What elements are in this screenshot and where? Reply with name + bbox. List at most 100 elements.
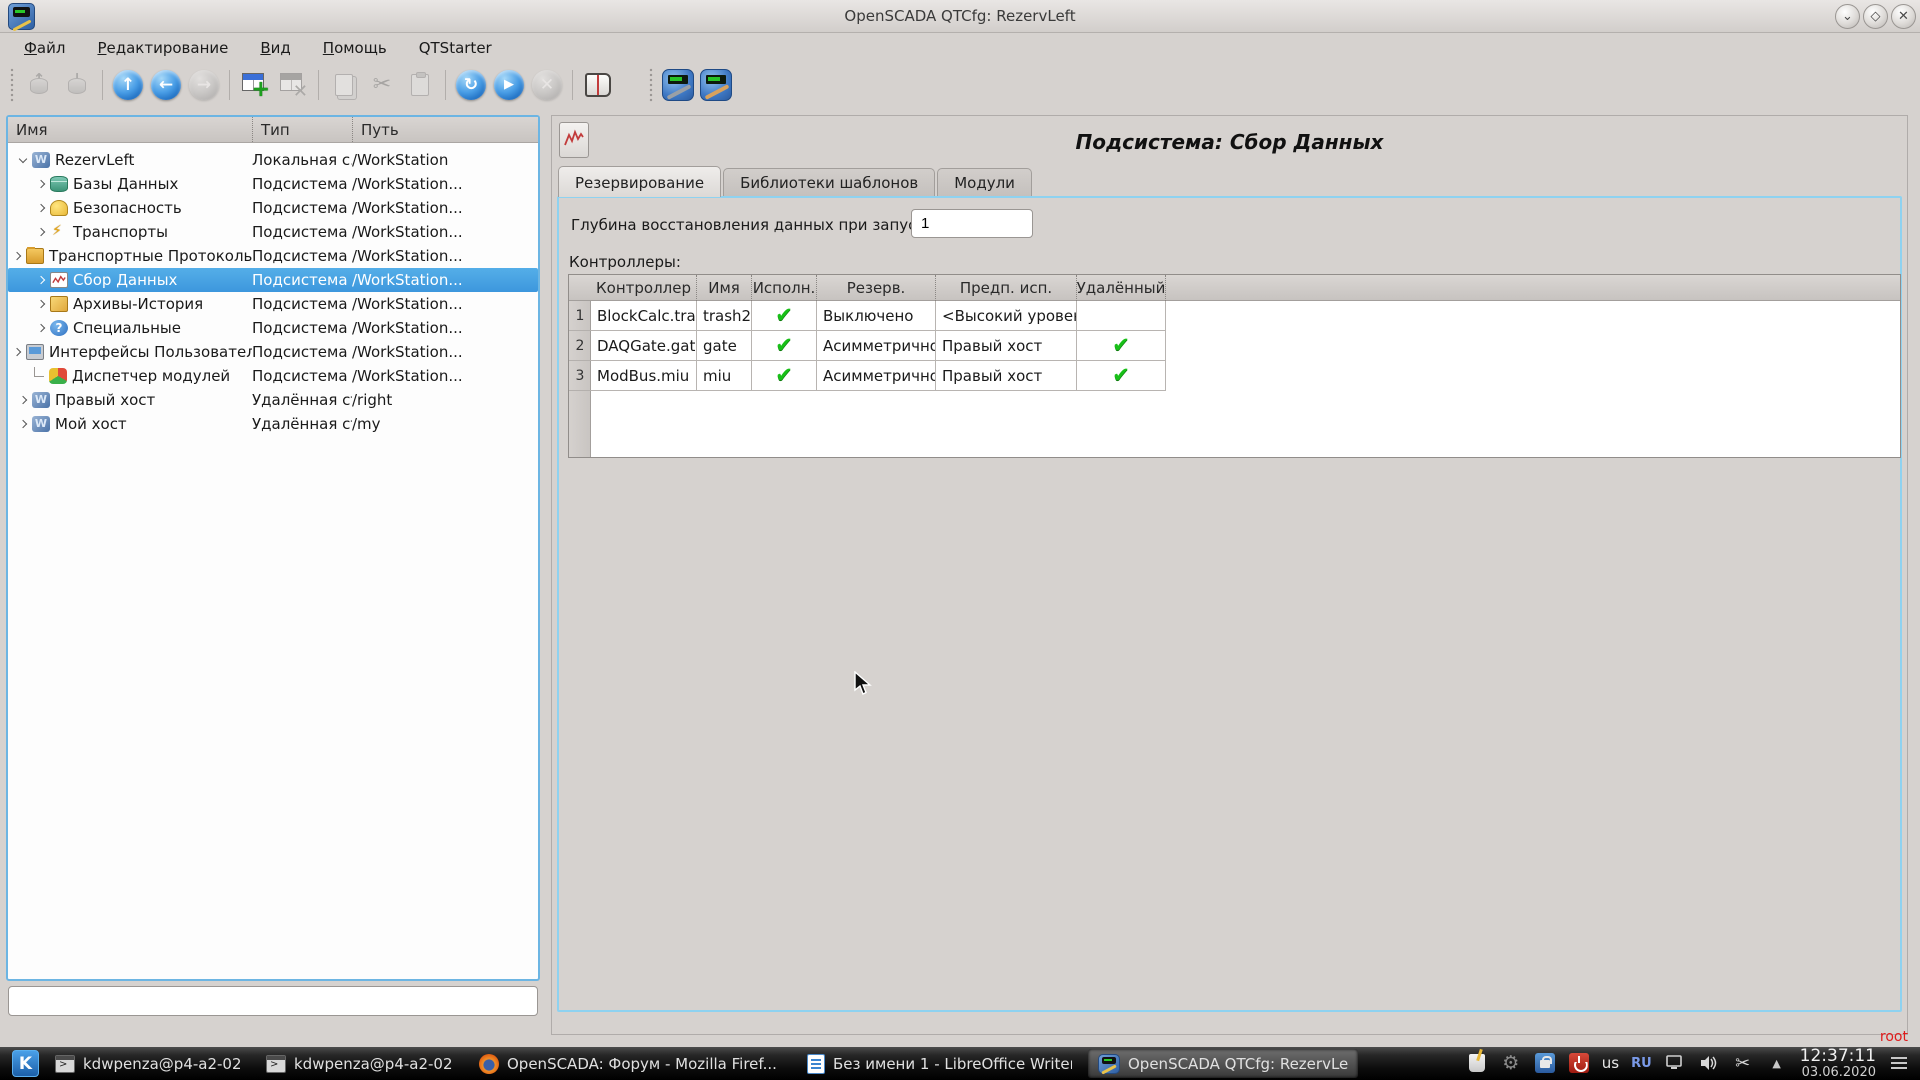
cell-name[interactable]: gate xyxy=(697,331,752,361)
back-button[interactable]: ← xyxy=(147,66,185,104)
tree-column-type[interactable]: Тип xyxy=(252,117,352,142)
col-controller[interactable]: Контроллер xyxy=(591,275,697,301)
tree-row-modules[interactable]: Диспетчер модулей Подсистема /WorkStatio… xyxy=(8,364,538,388)
screen-lock-icon[interactable] xyxy=(1534,1052,1556,1074)
expander-right-icon[interactable] xyxy=(13,252,21,260)
cell-exec[interactable]: ✔ xyxy=(752,361,817,391)
paste-button[interactable] xyxy=(401,66,439,104)
qtcfg-starter-button[interactable] xyxy=(659,66,697,104)
expander-right-icon[interactable] xyxy=(37,204,45,212)
menu-view[interactable]: Вид xyxy=(246,36,304,60)
expander-right-icon[interactable] xyxy=(37,228,45,236)
cell-name[interactable]: miu xyxy=(697,361,752,391)
start-button[interactable]: ▶ xyxy=(490,66,528,104)
cell-remote[interactable] xyxy=(1077,301,1166,331)
load-button[interactable]: ↑ xyxy=(20,66,58,104)
tree-row-my-host[interactable]: Мой хост Удалённая ст... /my xyxy=(8,412,538,436)
copy-button[interactable] xyxy=(325,66,363,104)
tree-row-security[interactable]: Безопасность Подсистема /WorkStation... xyxy=(8,196,538,220)
menu-help[interactable]: Помощь xyxy=(309,36,401,60)
cell-exec[interactable]: ✔ xyxy=(752,331,817,361)
klipper-icon[interactable] xyxy=(1466,1052,1488,1074)
col-name[interactable]: Имя xyxy=(697,275,752,301)
delete-item-button[interactable]: ✕ xyxy=(274,66,312,104)
gear-icon[interactable]: ⚙ xyxy=(1500,1052,1522,1074)
col-exec[interactable]: Исполн. xyxy=(752,275,817,301)
tab-modules[interactable]: Модули xyxy=(937,168,1032,197)
maximize-button[interactable]: ◇ xyxy=(1863,4,1888,29)
save-button[interactable]: ↓ xyxy=(58,66,96,104)
taskbar-item-terminal-2[interactable]: kdwpenza@p4-a2-02: ~ <2> xyxy=(256,1049,463,1078)
tree-row-ui[interactable]: Интерфейсы Пользователя Подсистема /Work… xyxy=(8,340,538,364)
col-pref[interactable]: Предп. исп. xyxy=(936,275,1077,301)
expander-right-icon[interactable] xyxy=(13,348,21,356)
vision-starter-button[interactable] xyxy=(697,66,735,104)
cell-reserve[interactable]: Асимметричное xyxy=(817,331,936,361)
tree-row-rezervleft[interactable]: RezervLeft Локальная с... /WorkStation xyxy=(8,148,538,172)
cell-exec[interactable]: ✔ xyxy=(752,301,817,331)
tree-column-name[interactable]: Имя xyxy=(8,117,252,142)
reload-button[interactable]: ↻ xyxy=(452,66,490,104)
cell-remote[interactable]: ✔ xyxy=(1077,361,1166,391)
taskbar-item-openscada[interactable]: OpenSCADA QTCfg: RezervLeft xyxy=(1088,1049,1358,1078)
tray-expand-icon[interactable]: ▲ xyxy=(1766,1052,1788,1074)
tree-row-databases[interactable]: Базы Данных Подсистема /WorkStation... xyxy=(8,172,538,196)
tree-filter-input[interactable] xyxy=(8,986,538,1016)
keyboard-layout-us[interactable]: us xyxy=(1602,1054,1619,1072)
expander-right-icon[interactable] xyxy=(19,420,27,428)
cell-remote[interactable]: ✔ xyxy=(1077,331,1166,361)
tree-row-transports[interactable]: Транспорты Подсистема /WorkStation... xyxy=(8,220,538,244)
cell-pref[interactable]: Правый хост xyxy=(936,331,1077,361)
up-button[interactable]: ↑ xyxy=(109,66,147,104)
tab-reservation[interactable]: Резервирование xyxy=(558,166,721,197)
menu-file[interactable]: Файл xyxy=(10,36,79,60)
minimize-button[interactable]: ⌄ xyxy=(1835,4,1860,29)
taskbar-item-firefox[interactable]: OpenSCADA: Форум - Mozilla Firef... xyxy=(469,1049,791,1078)
tree-row-special[interactable]: Специальные Подсистема /WorkStation... xyxy=(8,316,538,340)
network-monitor-icon[interactable] xyxy=(1664,1052,1686,1074)
power-icon[interactable] xyxy=(1568,1052,1590,1074)
cell-pref[interactable]: <Высокий уровень> xyxy=(936,301,1077,331)
volume-icon[interactable] xyxy=(1698,1052,1720,1074)
clock[interactable]: 12:37:11 03.06.2020 xyxy=(1800,1048,1876,1079)
cell-reserve[interactable]: Асимметричное xyxy=(817,361,936,391)
expander-right-icon[interactable] xyxy=(19,396,27,404)
stop-button[interactable]: ✕ xyxy=(528,66,566,104)
toolbar-drag-handle[interactable] xyxy=(8,68,16,102)
cell-controller[interactable]: ModBus.miu xyxy=(591,361,697,391)
close-button[interactable]: ✕ xyxy=(1891,4,1916,29)
tree-row-daq-selected[interactable]: Сбор Данных Подсистема /WorkStation... xyxy=(8,268,538,292)
cell-pref[interactable]: Правый хост xyxy=(936,361,1077,391)
menu-edit[interactable]: Редактирование xyxy=(83,36,242,60)
tree-row-protocols[interactable]: Транспортные Протоколы Подсистема /WorkS… xyxy=(8,244,538,268)
cell-reserve[interactable]: Выключено xyxy=(817,301,936,331)
col-remote[interactable]: Удалённый xyxy=(1077,275,1166,301)
kde-menu-button[interactable]: K xyxy=(12,1050,39,1077)
expander-right-icon[interactable] xyxy=(37,180,45,188)
col-reserve[interactable]: Резерв. xyxy=(817,275,936,301)
add-item-button[interactable]: + xyxy=(236,66,274,104)
keyboard-layout-ru[interactable]: RU xyxy=(1631,1056,1652,1071)
expander-down-icon[interactable] xyxy=(19,156,27,164)
cut-button[interactable]: ✂ xyxy=(363,66,401,104)
expander-right-icon[interactable] xyxy=(37,276,45,284)
firefox-icon xyxy=(479,1054,499,1074)
restore-depth-input[interactable] xyxy=(911,209,1033,238)
cell-controller[interactable]: DAQGate.gate xyxy=(591,331,697,361)
scissors-icon[interactable]: ✂ xyxy=(1732,1052,1754,1074)
menu-qtstarter[interactable]: QTStarter xyxy=(405,36,506,60)
taskbar-item-writer[interactable]: Без имени 1 - LibreOffice Writer xyxy=(797,1049,1082,1078)
toolbar-drag-handle-2[interactable] xyxy=(647,68,655,102)
cell-controller[interactable]: BlockCalc.trash2 xyxy=(591,301,697,331)
cell-name[interactable]: trash2 xyxy=(697,301,752,331)
taskbar-item-terminal-1[interactable]: kdwpenza@p4-a2-02: ~ xyxy=(45,1049,250,1078)
forward-button[interactable]: → xyxy=(185,66,223,104)
tree-column-path[interactable]: Путь xyxy=(352,117,538,142)
expander-right-icon[interactable] xyxy=(37,324,45,332)
expander-right-icon[interactable] xyxy=(37,300,45,308)
panel-menu-icon[interactable] xyxy=(1888,1052,1910,1074)
tree-row-right-host[interactable]: Правый хост Удалённая ст... /right xyxy=(8,388,538,412)
tree-row-archives[interactable]: Архивы-История Подсистема /WorkStation..… xyxy=(8,292,538,316)
manual-button[interactable] xyxy=(579,66,617,104)
tab-template-libs[interactable]: Библиотеки шаблонов xyxy=(723,168,935,197)
